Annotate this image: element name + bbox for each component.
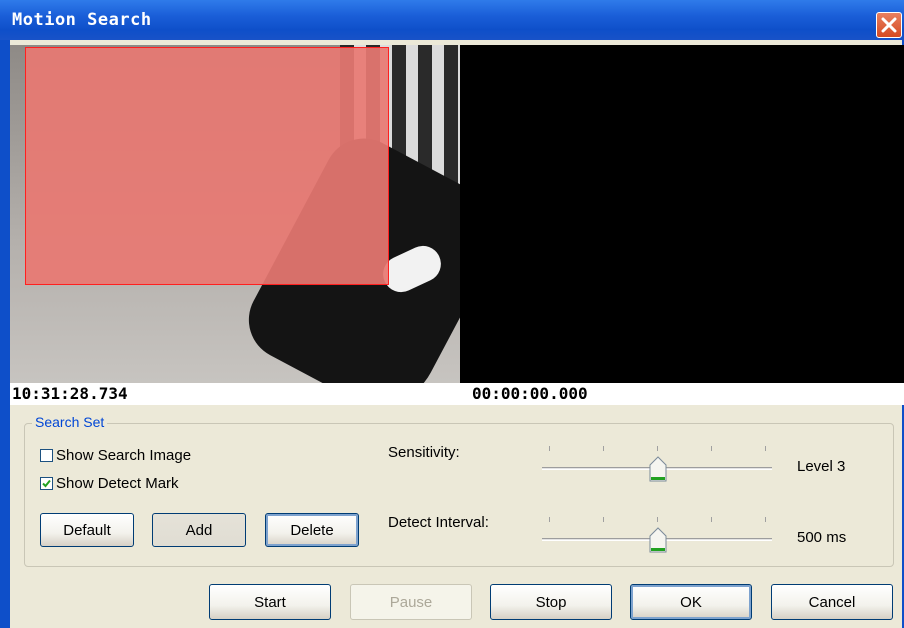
checkbox-unchecked-icon[interactable]	[40, 448, 53, 462]
show-detect-mark-label: Show Detect Mark	[56, 474, 179, 492]
close-icon	[881, 17, 897, 33]
title-bar[interactable]: Motion Search	[0, 0, 904, 40]
slider-thumb-icon[interactable]	[649, 456, 667, 482]
ok-button[interactable]: OK	[630, 584, 752, 620]
delete-button[interactable]: Delete	[265, 513, 359, 547]
time-bar: 10:31:28.734 00:00:00.000	[10, 383, 904, 405]
cancel-button[interactable]: Cancel	[771, 584, 893, 620]
slider-thumb-icon[interactable]	[649, 527, 667, 553]
detect-interval-label: Detect Interval:	[388, 514, 489, 531]
detect-interval-value: 500 ms	[797, 529, 847, 546]
default-button[interactable]: Default	[40, 513, 134, 547]
search-set-legend: Search Set	[32, 414, 108, 430]
playback-timestamp: 00:00:00.000	[472, 384, 588, 403]
sensitivity-value: Level 3	[797, 458, 846, 475]
search-video-pane[interactable]	[10, 45, 460, 383]
detect-interval-slider[interactable]	[542, 517, 774, 557]
playback-video-pane	[460, 45, 904, 383]
checkbox-checked-icon[interactable]	[40, 476, 53, 490]
window-title: Motion Search	[12, 10, 152, 30]
close-button[interactable]	[876, 12, 902, 38]
add-button[interactable]: Add	[152, 513, 246, 547]
sensitivity-slider[interactable]	[542, 446, 774, 486]
show-search-image-checkbox[interactable]: Show Search Image	[40, 446, 191, 464]
sensitivity-label: Sensitivity:	[388, 444, 460, 461]
stop-button[interactable]: Stop	[490, 584, 612, 620]
window-frame-left	[0, 40, 10, 628]
show-search-image-label: Show Search Image	[56, 446, 192, 464]
start-button[interactable]: Start	[209, 584, 331, 620]
pause-button[interactable]: Pause	[350, 584, 472, 620]
search-timestamp: 10:31:28.734	[12, 384, 128, 403]
show-detect-mark-checkbox[interactable]: Show Detect Mark	[40, 474, 179, 492]
detect-region-rectangle[interactable]	[25, 47, 389, 285]
